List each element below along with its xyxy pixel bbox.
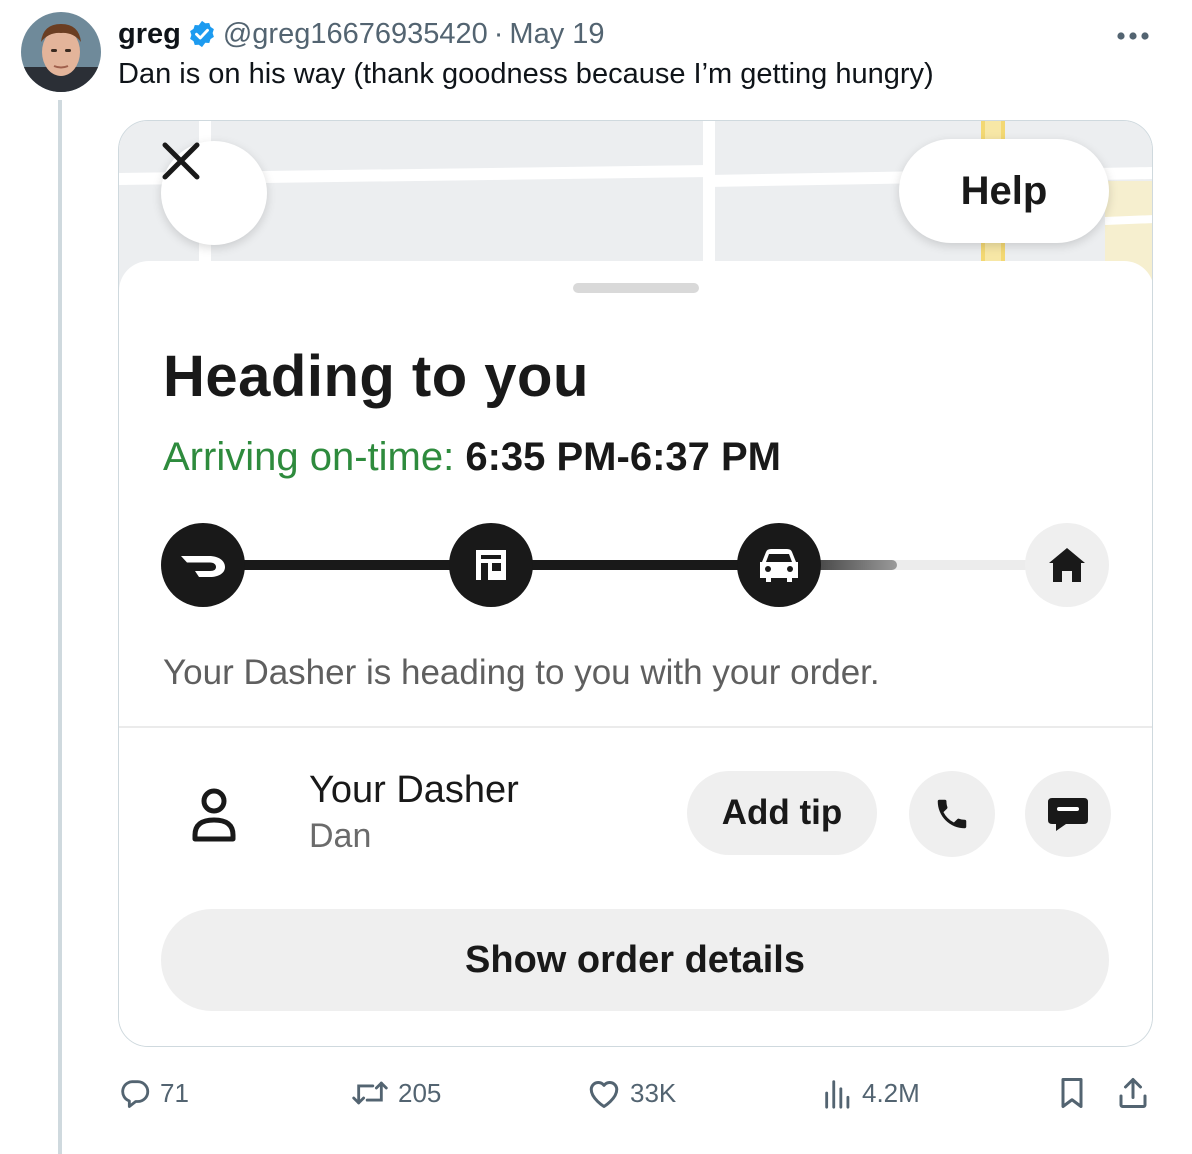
divider <box>119 726 1152 728</box>
order-status-sheet: Heading to you Arriving on-time: 6:35 PM… <box>119 261 1152 1046</box>
eta-label: Arriving on-time: <box>163 435 455 479</box>
bookmark-button[interactable] <box>1056 1068 1088 1118</box>
separator: · <box>493 17 504 50</box>
close-button[interactable] <box>161 141 267 245</box>
author-handle[interactable]: @greg16676935420 <box>223 18 488 51</box>
reply-count: 71 <box>160 1077 189 1108</box>
verified-badge-icon <box>187 19 217 49</box>
step-doordash <box>161 523 245 607</box>
reply-icon <box>121 1080 150 1108</box>
eta-line: Arriving on-time: 6:35 PM-6:37 PM <box>163 435 781 480</box>
tweet-action-bar: 71 205 33K 4.2M <box>0 1068 1192 1118</box>
step-car <box>737 523 821 607</box>
home-icon <box>1049 548 1085 582</box>
dasher-title: Your Dasher <box>309 769 519 811</box>
show-order-details-button[interactable]: Show order details <box>161 909 1109 1011</box>
doordash-logo-icon <box>181 556 225 577</box>
message-button[interactable] <box>1025 771 1111 857</box>
car-icon <box>760 549 798 582</box>
store-icon <box>476 550 506 580</box>
reply-button[interactable]: 71 <box>118 1068 189 1118</box>
delivery-progress-tracker <box>159 519 1114 609</box>
phone-icon <box>937 799 967 829</box>
status-text: Your Dasher is heading to you with your … <box>163 653 880 692</box>
step-home <box>1025 523 1109 607</box>
share-button[interactable] <box>1116 1068 1150 1118</box>
eta-time: 6:35 PM-6:37 PM <box>465 435 781 479</box>
help-button[interactable]: Help <box>899 139 1109 243</box>
step-store <box>449 523 533 607</box>
heart-icon <box>589 1080 619 1108</box>
add-tip-button[interactable]: Add tip <box>687 771 877 855</box>
post-date[interactable]: May 19 <box>509 18 604 51</box>
repost-icon <box>352 1081 388 1105</box>
call-button[interactable] <box>909 771 995 857</box>
attached-screenshot[interactable]: Help Heading to you Arriving on-time: 6:… <box>118 120 1153 1047</box>
analytics-icon <box>825 1080 850 1109</box>
author-name[interactable]: greg <box>118 18 181 51</box>
more-options-icon[interactable] <box>1116 28 1150 40</box>
dasher-name: Dan <box>309 817 372 855</box>
person-icon <box>189 787 239 848</box>
avatar[interactable] <box>21 12 101 92</box>
repost-count: 205 <box>398 1077 442 1108</box>
dasher-row: Your Dasher Dan Add tip <box>119 751 1152 871</box>
tweet-header: greg @greg16676935420 · May 19 <box>118 14 605 54</box>
thread-line <box>58 100 62 1154</box>
bookmark-icon <box>1061 1078 1083 1108</box>
drag-handle[interactable] <box>573 283 699 293</box>
views-button[interactable]: 4.2M <box>822 1068 920 1118</box>
like-count: 33K <box>630 1077 677 1108</box>
page-title: Heading to you <box>163 344 589 409</box>
close-icon <box>162 142 200 180</box>
like-button[interactable]: 33K <box>586 1068 676 1118</box>
message-icon <box>1048 798 1088 831</box>
repost-button[interactable]: 205 <box>350 1068 441 1118</box>
share-icon <box>1119 1078 1147 1108</box>
views-count: 4.2M <box>862 1077 920 1108</box>
tweet-text: Dan is on his way (thank goodness becaus… <box>118 58 934 90</box>
